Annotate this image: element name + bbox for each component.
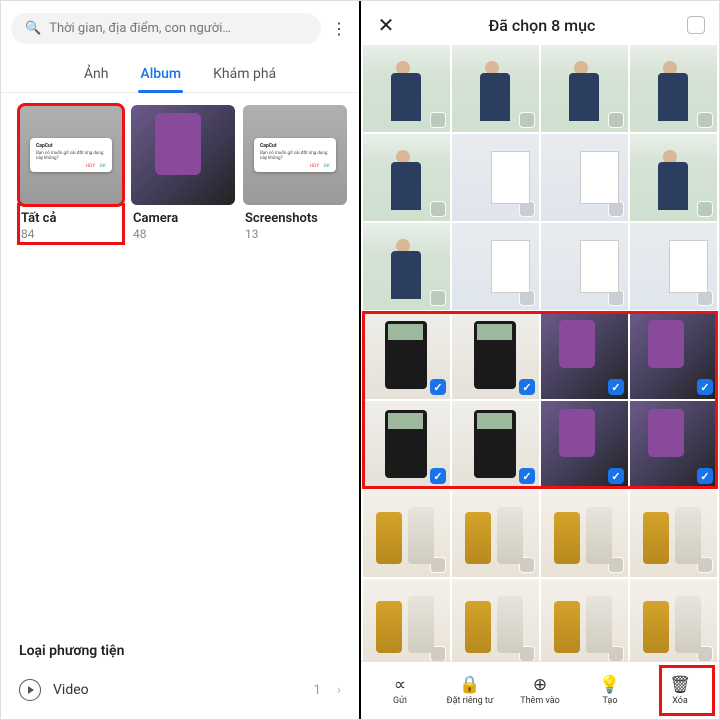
more-menu-icon[interactable]: ⋮ <box>329 19 349 38</box>
photo-cell[interactable]: ✓ <box>452 312 539 399</box>
checkbox-empty-icon[interactable] <box>697 557 713 573</box>
action-send[interactable]: ∝ Gửi <box>370 677 430 706</box>
selection-title: Đã chọn 8 mục <box>407 16 677 35</box>
chevron-right-icon: › <box>337 682 341 698</box>
media-count: 1 <box>313 683 320 698</box>
lock-icon: 🔒 <box>459 677 480 694</box>
album-tất cả[interactable]: CapCutBạn có muốn gỡ cài đặt ứng dụng nà… <box>19 105 123 243</box>
photo-cell[interactable] <box>541 134 628 221</box>
album-count: 84 <box>21 227 121 241</box>
photo-cell[interactable] <box>452 223 539 310</box>
photo-cell[interactable]: ✓ <box>452 401 539 488</box>
album-name: Tất cả <box>21 211 121 226</box>
photo-cell[interactable]: ✓ <box>630 401 717 488</box>
photo-cell[interactable] <box>363 134 450 221</box>
highlight-delete <box>659 665 715 716</box>
checkbox-empty-icon[interactable] <box>430 646 446 661</box>
photo-cell[interactable] <box>363 45 450 132</box>
checkbox-checked-icon[interactable]: ✓ <box>697 379 713 395</box>
select-all-checkbox[interactable] <box>687 16 705 34</box>
tab-photos[interactable]: Ảnh <box>82 58 111 92</box>
album-list: CapCutBạn có muốn gỡ cài đặt ứng dụng nà… <box>1 93 359 243</box>
play-icon <box>19 679 41 701</box>
photo-cell[interactable]: ✓ <box>363 312 450 399</box>
checkbox-checked-icon[interactable]: ✓ <box>519 468 535 484</box>
checkbox-empty-icon[interactable] <box>519 646 535 661</box>
checkbox-checked-icon[interactable]: ✓ <box>430 379 446 395</box>
photo-cell[interactable] <box>630 134 717 221</box>
checkbox-checked-icon[interactable]: ✓ <box>697 468 713 484</box>
album-count: 48 <box>133 227 233 241</box>
photo-cell[interactable] <box>630 490 717 577</box>
photo-cell[interactable] <box>630 223 717 310</box>
checkbox-checked-icon[interactable]: ✓ <box>608 379 624 395</box>
checkbox-empty-icon[interactable] <box>519 112 535 128</box>
photo-cell[interactable] <box>541 45 628 132</box>
photo-cell[interactable] <box>452 45 539 132</box>
action-private[interactable]: 🔒 Đặt riêng tư <box>440 677 500 706</box>
action-addto[interactable]: ⊕ Thêm vào <box>510 677 570 706</box>
checkbox-empty-icon[interactable] <box>697 201 713 217</box>
photo-cell[interactable]: ✓ <box>541 401 628 488</box>
checkbox-empty-icon[interactable] <box>608 112 624 128</box>
checkbox-empty-icon[interactable] <box>608 646 624 661</box>
search-input[interactable]: 🔍 Thời gian, địa điểm, con người… <box>11 13 321 44</box>
checkbox-empty-icon[interactable] <box>697 646 713 661</box>
album-thumb <box>131 105 235 205</box>
checkbox-empty-icon[interactable] <box>697 290 713 306</box>
album-count: 13 <box>245 227 345 241</box>
lightbulb-icon: 💡 <box>599 677 620 694</box>
album-name: Screenshots <box>245 211 345 226</box>
action-create[interactable]: 💡 Tạo <box>580 677 640 706</box>
photo-cell[interactable] <box>541 579 628 661</box>
photo-cell[interactable] <box>452 579 539 661</box>
checkbox-checked-icon[interactable]: ✓ <box>519 379 535 395</box>
album-thumb: CapCutBạn có muốn gỡ cài đặt ứng dụng nà… <box>19 105 123 205</box>
checkbox-empty-icon[interactable] <box>697 112 713 128</box>
photo-cell[interactable] <box>363 490 450 577</box>
checkbox-empty-icon[interactable] <box>430 290 446 306</box>
gallery-tabs: Ảnh Album Khám phá <box>1 52 359 93</box>
plus-circle-icon: ⊕ <box>533 677 547 694</box>
photo-cell[interactable] <box>630 579 717 661</box>
photo-cell[interactable] <box>452 134 539 221</box>
checkbox-empty-icon[interactable] <box>519 290 535 306</box>
checkbox-empty-icon[interactable] <box>608 290 624 306</box>
album-screenshots[interactable]: CapCutBạn có muốn gỡ cài đặt ứng dụng nà… <box>243 105 347 243</box>
tab-explore[interactable]: Khám phá <box>211 58 278 92</box>
share-icon: ∝ <box>394 677 406 694</box>
checkbox-checked-icon[interactable]: ✓ <box>430 468 446 484</box>
gallery-selection-screen: ✕ Đã chọn 8 mục ✓ ✓ ✓ ✓ ✓ ✓ ✓ ✓ ∝ Gửi 🔒 Đặt riê… <box>361 1 719 719</box>
search-icon: 🔍 <box>25 21 41 36</box>
media-section-header: Loại phương tiện <box>1 643 359 669</box>
checkbox-empty-icon[interactable] <box>519 557 535 573</box>
checkbox-empty-icon[interactable] <box>608 201 624 217</box>
album-name: Camera <box>133 211 233 226</box>
gallery-album-screen: 🔍 Thời gian, địa điểm, con người… ⋮ Ảnh … <box>1 1 361 719</box>
close-icon[interactable]: ✕ <box>375 13 397 37</box>
photo-grid: ✓ ✓ ✓ ✓ ✓ ✓ ✓ ✓ <box>361 45 719 661</box>
checkbox-empty-icon[interactable] <box>519 201 535 217</box>
checkbox-empty-icon[interactable] <box>430 201 446 217</box>
checkbox-empty-icon[interactable] <box>430 112 446 128</box>
photo-cell[interactable]: ✓ <box>541 312 628 399</box>
photo-cell[interactable] <box>363 223 450 310</box>
album-thumb: CapCutBạn có muốn gỡ cài đặt ứng dụng nà… <box>243 105 347 205</box>
media-label: Video <box>53 682 301 698</box>
photo-cell[interactable] <box>630 45 717 132</box>
photo-cell[interactable] <box>452 490 539 577</box>
checkbox-checked-icon[interactable]: ✓ <box>608 468 624 484</box>
album-camera[interactable]: Camera48 <box>131 105 235 243</box>
media-type-video[interactable]: Video 1 › <box>1 669 359 719</box>
photo-cell[interactable] <box>363 579 450 661</box>
photo-cell[interactable] <box>541 490 628 577</box>
checkbox-empty-icon[interactable] <box>608 557 624 573</box>
photo-cell[interactable]: ✓ <box>630 312 717 399</box>
tab-album[interactable]: Album <box>138 58 183 92</box>
photo-cell[interactable] <box>541 223 628 310</box>
photo-cell[interactable]: ✓ <box>363 401 450 488</box>
search-placeholder: Thời gian, địa điểm, con người… <box>49 21 231 36</box>
action-bar: ∝ Gửi 🔒 Đặt riêng tư ⊕ Thêm vào 💡 Tạo 🗑 … <box>361 661 719 719</box>
checkbox-empty-icon[interactable] <box>430 557 446 573</box>
